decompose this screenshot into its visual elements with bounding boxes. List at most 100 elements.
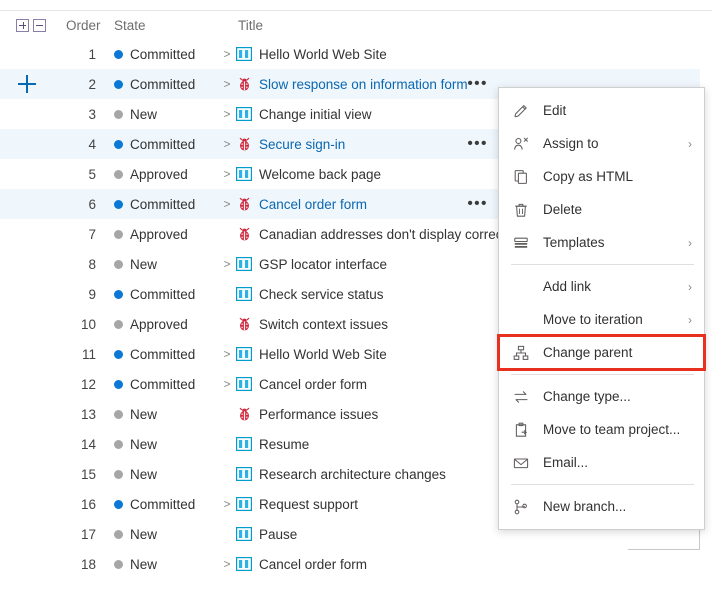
menu-separator: [511, 374, 694, 375]
hierarchy-icon: [511, 345, 531, 361]
cell-state: Approved: [100, 227, 212, 242]
state-label: Approved: [130, 316, 188, 332]
menu-item-add-link[interactable]: Add link ›: [499, 270, 704, 303]
menu-item-new-branch[interactable]: New branch...: [499, 490, 704, 523]
state-dot-icon: [114, 379, 123, 389]
column-header-state[interactable]: State: [100, 18, 212, 33]
story-icon: [236, 47, 252, 61]
state-label: Committed: [130, 346, 196, 362]
table-row[interactable]: 18 New > Cancel order form: [0, 549, 700, 579]
cell-state: New: [100, 107, 212, 122]
menu-item-templates[interactable]: Templates ›: [499, 226, 704, 259]
expand-all-icon[interactable]: [16, 18, 29, 32]
work-item-title-link[interactable]: Performance issues: [259, 407, 378, 422]
cell-state: Committed: [100, 197, 212, 212]
cell-order: 9: [88, 286, 96, 302]
work-item-title-link[interactable]: Pause: [259, 527, 297, 542]
work-item-title-link[interactable]: Hello World Web Site: [259, 47, 387, 62]
menu-item-label: Delete: [543, 202, 583, 217]
work-item-title-link[interactable]: GSP locator interface: [259, 257, 387, 272]
cell-state: New: [100, 437, 212, 452]
bug-icon: [236, 407, 252, 421]
cell-order: 6: [88, 196, 96, 212]
menu-item-assign-to[interactable]: Assign to ›: [499, 127, 704, 160]
chevron-right-icon[interactable]: >: [220, 348, 234, 360]
state-label: Committed: [130, 286, 196, 302]
chevron-right-icon[interactable]: >: [220, 168, 234, 180]
state-label: Approved: [130, 166, 188, 182]
chevron-right-icon[interactable]: >: [220, 498, 234, 510]
state-dot-icon: [114, 469, 123, 479]
menu-item-change-type[interactable]: Change type...: [499, 380, 704, 413]
cell-state: New: [100, 557, 212, 572]
row-more-actions-button[interactable]: •••: [467, 136, 488, 151]
work-item-title-link[interactable]: Canadian addresses don't display correct…: [259, 227, 516, 242]
work-item-title-link[interactable]: Slow response on information form: [259, 77, 468, 92]
envelope-icon: [511, 455, 531, 471]
menu-item-label: Change parent: [543, 345, 633, 360]
menu-item-label: Email...: [543, 455, 589, 470]
work-item-title-link[interactable]: Resume: [259, 437, 309, 452]
state-label: New: [130, 406, 158, 422]
work-item-title-link[interactable]: Welcome back page: [259, 167, 381, 182]
cell-state: Approved: [100, 317, 212, 332]
table-row[interactable]: 1 Committed > Hello World Web Site: [0, 39, 700, 69]
work-item-title-link[interactable]: Hello World Web Site: [259, 347, 387, 362]
state-dot-icon: [114, 169, 123, 179]
state-label: Committed: [130, 496, 196, 512]
submenu-chevron-icon: ›: [688, 136, 692, 151]
story-icon: [236, 347, 252, 361]
menu-item-label: Move to team project...: [543, 422, 681, 437]
cell-order: 8: [88, 256, 96, 272]
cell-order: 7: [88, 226, 96, 242]
work-item-title-link[interactable]: Switch context issues: [259, 317, 388, 332]
chevron-right-icon[interactable]: >: [220, 558, 234, 570]
clipboard-move-icon: [511, 422, 531, 438]
state-label: Committed: [130, 196, 196, 212]
chevron-right-icon[interactable]: >: [220, 198, 234, 210]
chevron-right-icon[interactable]: >: [220, 378, 234, 390]
menu-item-move-to-iteration[interactable]: Move to iteration ›: [499, 303, 704, 336]
cell-state: Committed: [100, 497, 212, 512]
row-more-actions-button[interactable]: •••: [467, 196, 488, 211]
cell-state: New: [100, 527, 212, 542]
chevron-right-icon[interactable]: >: [220, 78, 234, 90]
menu-item-edit[interactable]: Edit: [499, 94, 704, 127]
menu-item-delete[interactable]: Delete: [499, 193, 704, 226]
column-header-order[interactable]: Order: [60, 18, 101, 33]
expand-row-plus-icon[interactable]: [18, 75, 36, 93]
submenu-chevron-icon: ›: [688, 312, 692, 327]
work-item-title-link[interactable]: Cancel order form: [259, 557, 367, 572]
work-item-title-link[interactable]: Change initial view: [259, 107, 372, 122]
work-item-title-link[interactable]: Check service status: [259, 287, 384, 302]
state-dot-icon: [114, 259, 123, 269]
menu-item-email[interactable]: Email...: [499, 446, 704, 479]
state-label: Committed: [130, 46, 196, 62]
cell-order: 15: [80, 466, 96, 482]
menu-item-copy-as-html[interactable]: Copy as HTML: [499, 160, 704, 193]
state-dot-icon: [114, 49, 123, 59]
bug-icon: [236, 197, 252, 211]
chevron-right-icon[interactable]: >: [220, 138, 234, 150]
state-dot-icon: [114, 139, 123, 149]
header-expand-cell: [0, 18, 60, 32]
collapse-all-icon[interactable]: [33, 18, 46, 32]
bug-icon: [236, 137, 252, 151]
work-item-title-link[interactable]: Cancel order form: [259, 197, 367, 212]
work-item-title-link[interactable]: Request support: [259, 497, 358, 512]
menu-item-move-to-team-project[interactable]: Move to team project...: [499, 413, 704, 446]
menu-item-change-parent[interactable]: Change parent: [497, 334, 706, 371]
work-item-title-link[interactable]: Cancel order form: [259, 377, 367, 392]
state-label: New: [130, 556, 158, 572]
row-expander-cell: [0, 75, 60, 93]
row-more-actions-button[interactable]: •••: [467, 76, 488, 91]
story-icon: [236, 467, 252, 481]
chevron-right-icon[interactable]: >: [220, 48, 234, 60]
work-item-title-link[interactable]: Secure sign-in: [259, 137, 345, 152]
chevron-right-icon[interactable]: >: [220, 258, 234, 270]
chevron-right-icon[interactable]: >: [220, 108, 234, 120]
column-header-title[interactable]: Title: [212, 18, 700, 33]
work-item-title-link[interactable]: Research architecture changes: [259, 467, 446, 482]
state-label: New: [130, 436, 158, 452]
menu-separator: [511, 484, 694, 485]
